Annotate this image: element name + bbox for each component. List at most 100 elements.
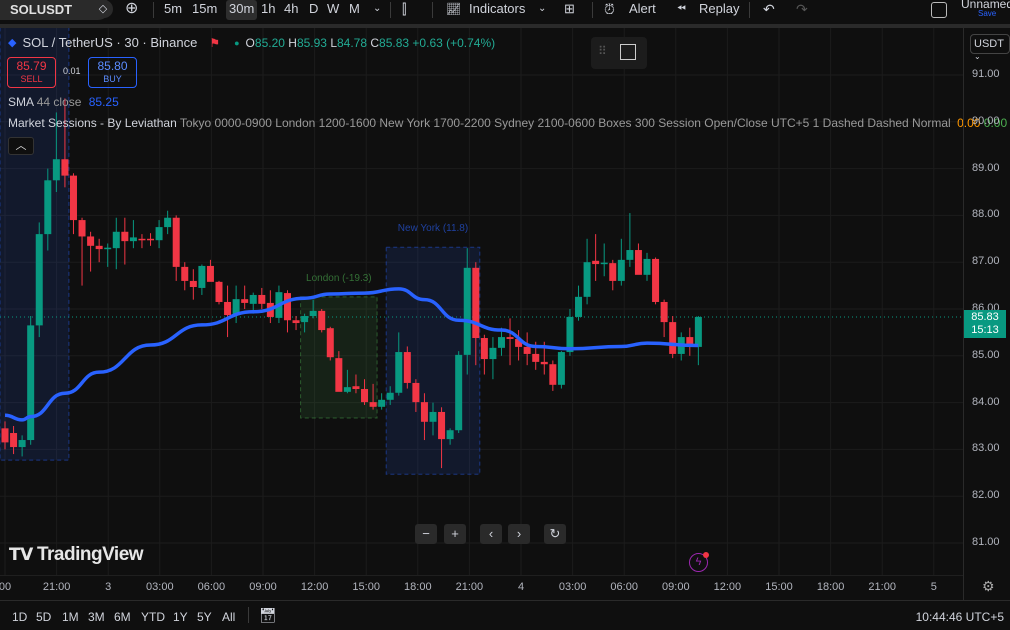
indicators-icon[interactable]: 📈︎ (446, 0, 461, 20)
timeframe-5m[interactable]: 5m (164, 0, 182, 20)
time-axis[interactable]: 00 21:00 3 03:00 06:00 09:00 12:00 15:00 18:00 21… (0, 575, 963, 599)
top-toolbar: SOLUSDT ◇ ⊕ 5m 15m 30m 1h 4h D W M ⌄ ⫿ 📈︎ Indic… (0, 0, 1010, 24)
candle-body (181, 266, 189, 281)
timeframe-W[interactable]: W (327, 0, 339, 20)
candle-body (438, 411, 446, 440)
high-value: 85.93 (296, 35, 327, 50)
low-label: L (330, 35, 337, 50)
range-3M[interactable]: 3M (88, 610, 105, 624)
range-1Y[interactable]: 1Y (173, 610, 188, 624)
divider (749, 2, 750, 18)
candle-body (352, 386, 360, 390)
scroll-left-button[interactable]: ‹ (480, 524, 502, 544)
price-scale[interactable]: USDT ⌄ 91.00 90.00 89.00 88.00 87.00 86.00 85.… (963, 28, 1010, 600)
timeframe-30m[interactable]: 30m (226, 0, 258, 20)
range-All[interactable]: All (222, 610, 235, 624)
time-tick: 3 (105, 581, 112, 593)
replay-icon[interactable]: ⏪︎ (677, 0, 686, 20)
lightning-notification-icon[interactable]: ϟ (689, 552, 709, 572)
alert-button[interactable]: Alert (629, 0, 656, 20)
candle-body (369, 402, 377, 407)
candle-type-icon[interactable]: ⫿ (402, 0, 406, 20)
price-tick: 88.00 (972, 208, 1000, 221)
timeframe-D[interactable]: D (309, 0, 318, 20)
divider (432, 2, 433, 18)
time-tick: 03:00 (146, 581, 174, 593)
candle-body (155, 227, 163, 241)
sma-legend[interactable]: SMA 44 close 85.25 (8, 95, 119, 109)
range-5D[interactable]: 5D (36, 610, 51, 624)
tradingview-logo[interactable]: 𝗧𝗩 TradingView (9, 544, 144, 566)
layout-checkbox-icon[interactable] (931, 2, 947, 18)
price-tick: 87.00 (972, 255, 1000, 268)
candle-body (241, 299, 249, 303)
buy-button[interactable]: 85.80 BUY (88, 57, 137, 88)
price-chart[interactable]: London (-19.3) New York (11.8) (0, 28, 963, 575)
add-symbol-icon[interactable]: ⊕ (125, 0, 138, 20)
candle-body (609, 263, 617, 281)
bar-countdown: 15:13 (971, 324, 999, 336)
price-tick: 81.00 (972, 536, 1000, 548)
candle-body (189, 280, 197, 288)
candle-body (78, 220, 86, 237)
flag-icon[interactable]: ⚑ (209, 36, 220, 50)
redo-icon[interactable]: ↷ (796, 0, 808, 20)
candle-body (335, 358, 343, 392)
buy-label: BUY (103, 74, 122, 84)
timeframe-dropdown-icon[interactable]: ⌄ (373, 0, 381, 20)
reset-chart-button[interactable]: ↻ (544, 524, 566, 544)
candle-body (386, 392, 394, 400)
candle-body (506, 337, 514, 339)
candle-body (35, 234, 43, 326)
indicators-dropdown-icon[interactable]: ⌄ (538, 0, 546, 20)
time-tick: 09:00 (249, 581, 277, 593)
settings-gear-icon[interactable]: ⚙ (982, 578, 995, 595)
chart-pane[interactable]: London (-19.3) New York (11.8) (0, 28, 963, 575)
layouts-grid-icon[interactable]: ⊞ (564, 0, 575, 20)
time-tick: 15:00 (352, 581, 380, 593)
range-5Y[interactable]: 5Y (197, 610, 212, 624)
timeframe-15m[interactable]: 15m (192, 0, 217, 20)
time-tick: 06:00 (610, 581, 638, 593)
replay-button[interactable]: Replay (699, 0, 739, 20)
range-1D[interactable]: 1D (12, 610, 27, 624)
candle-body (309, 310, 317, 317)
candle-body (129, 237, 137, 242)
timeframe-1h[interactable]: 1h (261, 0, 275, 20)
drag-handle-icon[interactable]: ⠿ (598, 44, 607, 58)
timeframe-M[interactable]: M (349, 0, 360, 20)
time-tick: 06:00 (197, 581, 226, 593)
collapse-legend-button[interactable]: ︿ (8, 137, 34, 155)
indicators-button[interactable]: Indicators (469, 0, 525, 20)
diamond-icon[interactable]: ◇ (93, 0, 113, 18)
candle-body (1, 428, 9, 443)
range-6M[interactable]: 6M (114, 610, 131, 624)
sessions-legend[interactable]: Market Sessions - By Leviathan Tokyo 000… (8, 116, 1010, 130)
zoom-in-button[interactable]: + (444, 524, 466, 544)
price-tick: 89.00 (972, 161, 1000, 174)
range-1M[interactable]: 1M (62, 610, 79, 624)
divider (592, 2, 593, 18)
time-tick: 5 (930, 581, 937, 593)
undo-icon[interactable]: ↶ (763, 0, 775, 20)
candle-body (480, 338, 488, 360)
range-YTD[interactable]: YTD (141, 610, 165, 624)
floating-drawing-toolbar: ⠿ (591, 37, 647, 69)
candle-body (660, 301, 668, 323)
sell-button[interactable]: 85.79 SELL (7, 57, 56, 88)
candle-body (164, 217, 172, 228)
candle-body (395, 352, 403, 393)
scroll-right-button[interactable]: › (508, 524, 530, 544)
rectangle-tool-icon[interactable] (620, 44, 636, 60)
brand-name: TradingView (36, 544, 144, 565)
candle-body (318, 310, 326, 331)
currency-dropdown[interactable]: USDT ⌄ (970, 34, 1010, 61)
goto-date-calendar-icon[interactable]: 📅︎ (259, 607, 277, 624)
zoom-out-button[interactable]: − (415, 524, 437, 544)
timeframe-4h[interactable]: 4h (284, 0, 298, 20)
alarm-clock-icon[interactable]: ⏰︎ (604, 0, 615, 20)
clock-timezone[interactable]: 10:44:46 UTC+5 (916, 610, 1004, 624)
symbol-title[interactable]: SOL / TetherUS · 30 · Binance (22, 35, 197, 50)
candle-body (669, 322, 677, 354)
candle-body (27, 325, 35, 441)
